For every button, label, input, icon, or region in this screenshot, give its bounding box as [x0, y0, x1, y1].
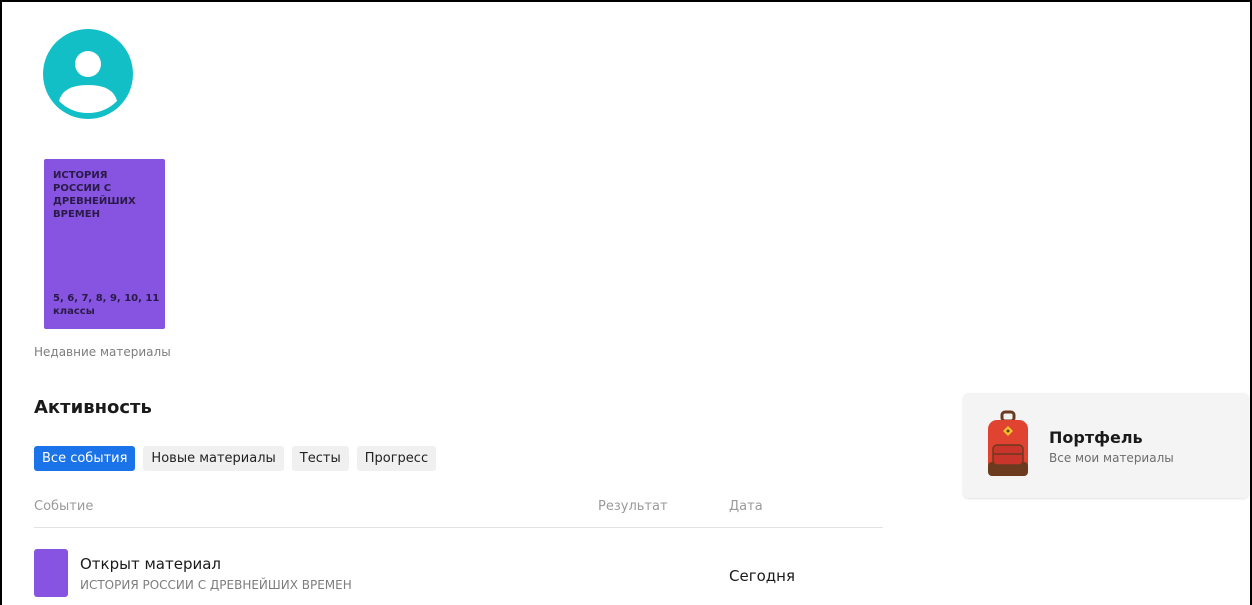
book-grades: 5, 6, 7, 8, 9, 10, 11 классы: [53, 293, 160, 317]
profile-avatar[interactable]: [43, 29, 133, 119]
column-header-event: Событие: [34, 499, 94, 514]
column-header-date: Дата: [729, 499, 763, 514]
tab-all-events[interactable]: Все события: [34, 446, 136, 471]
tab-tests[interactable]: Тесты: [291, 446, 349, 471]
tab-new-materials[interactable]: Новые материалы: [143, 446, 284, 471]
table-row[interactable]: Открыт материал ИСТОРИЯ РОССИИ С ДРЕВНЕЙ…: [34, 549, 883, 599]
portfolio-subtitle: Все мои материалы: [1049, 451, 1174, 465]
event-material-name: ИСТОРИЯ РОССИИ С ДРЕВНЕЙШИХ ВРЕМЕН: [80, 578, 352, 592]
portfolio-card[interactable]: Портфель Все мои материалы: [963, 393, 1249, 498]
activity-table-header: Событие Результат Дата: [34, 497, 883, 528]
recent-materials-label: Недавние материалы: [34, 345, 171, 359]
backpack-icon: [985, 410, 1031, 482]
event-title: Открыт материал: [80, 555, 221, 573]
tab-progress[interactable]: Прогресс: [356, 446, 437, 471]
portfolio-title: Портфель: [1049, 428, 1143, 447]
recent-material-book[interactable]: ИСТОРИЯ РОССИИ С ДРЕВНЕЙШИХ ВРЕМЕН 5, 6,…: [44, 159, 165, 329]
event-date: Сегодня: [729, 567, 795, 585]
material-thumbnail: [34, 549, 68, 597]
column-header-result: Результат: [598, 499, 668, 514]
activity-title: Активность: [34, 397, 152, 418]
book-title: ИСТОРИЯ РОССИИ С ДРЕВНЕЙШИХ ВРЕМЕН: [53, 170, 136, 220]
activity-tabs: Все события Новые материалы Тесты Прогре…: [34, 446, 437, 471]
user-avatar-icon: [59, 51, 117, 113]
